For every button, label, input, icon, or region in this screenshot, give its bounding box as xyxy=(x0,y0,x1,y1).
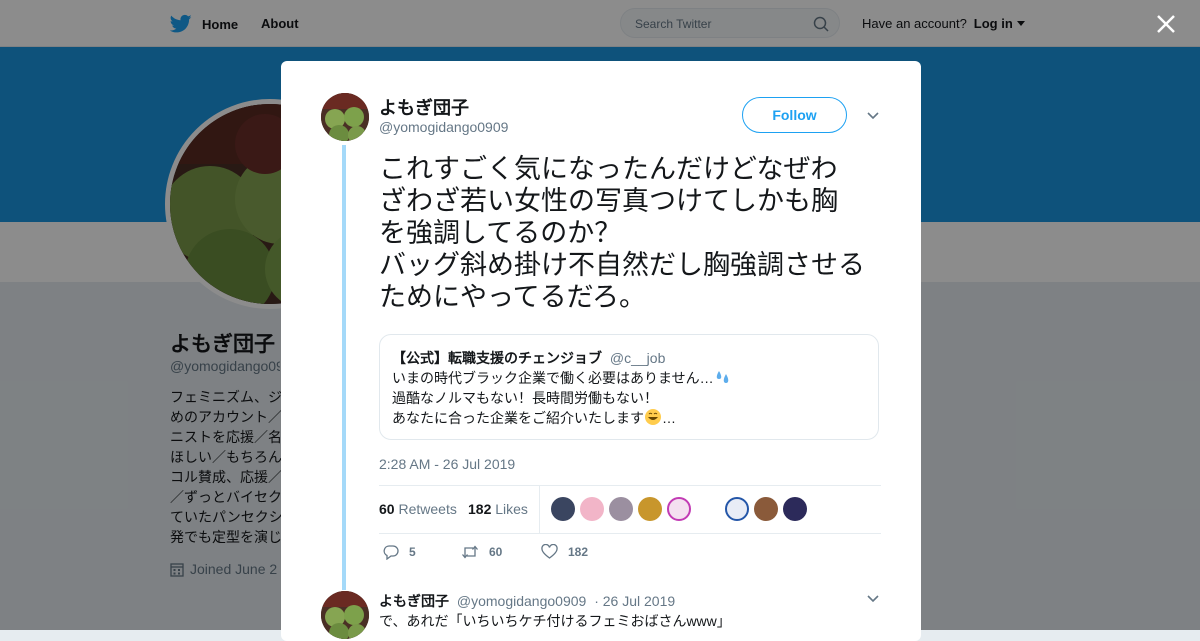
quoted-tweet-line: いまの時代ブラック企業で働く必要はありません… xyxy=(392,368,866,388)
heart-icon xyxy=(541,544,558,559)
retweet-count: 60 xyxy=(489,545,503,559)
reply-text: で、あれだ「いちいちケチ付けるフェミおばさんwww」 xyxy=(379,613,731,629)
reply-header: よもぎ団子 @yomogidango0909 · 26 Jul 2019 xyxy=(379,591,675,611)
tweet-text-line: バッグ斜め掛け不自然だし胸強調させる xyxy=(379,250,865,280)
quoted-text-ellipsis: … xyxy=(662,410,676,426)
quoted-tweet-line: あなたに合った企業をご紹介いたします … xyxy=(392,408,866,428)
tweet-author-name[interactable]: よもぎ団子 xyxy=(379,94,469,120)
tweet-author-avatar[interactable] xyxy=(321,93,369,141)
quoted-author-name: 【公式】転職支援のチェンジョブ xyxy=(392,350,602,366)
liker-avatar[interactable] xyxy=(667,497,691,521)
liker-avatar[interactable] xyxy=(609,497,633,521)
quoted-text: いまの時代ブラック企業で働く必要はありません… xyxy=(392,370,714,386)
tweet-text-line: ざわざ若い女性の写真つけてしかも胸 xyxy=(379,186,838,216)
like-count: 182 xyxy=(568,545,589,559)
quoted-tweet-header: 【公式】転職支援のチェンジョブ @c__job xyxy=(392,348,866,368)
dango-photo-image xyxy=(321,591,369,639)
chevron-down-icon[interactable] xyxy=(866,109,880,123)
reply-count: 5 xyxy=(409,545,416,559)
liker-avatar[interactable] xyxy=(754,497,778,521)
retweet-button[interactable]: 60 xyxy=(461,544,502,560)
dango-photo-image xyxy=(321,93,369,141)
retweet-icon xyxy=(462,545,478,559)
tweet-author-handle[interactable]: @yomogidango0909 xyxy=(379,119,508,135)
liker-avatar[interactable] xyxy=(551,497,575,521)
reply-author-handle[interactable]: @yomogidango0909 xyxy=(457,593,586,609)
quoted-tweet-card[interactable]: 【公式】転職支援のチェンジョブ @c__job いまの時代ブラック企業で働く必要… xyxy=(379,334,879,440)
like-button[interactable]: 182 xyxy=(541,544,588,560)
stats-divider xyxy=(539,486,540,533)
retweets-count: 60 xyxy=(379,501,395,517)
reply-author-avatar[interactable] xyxy=(321,591,369,639)
reply-date[interactable]: · 26 Jul 2019 xyxy=(594,593,675,609)
liker-avatar[interactable] xyxy=(638,497,662,521)
close-icon[interactable] xyxy=(1155,13,1177,35)
sweat-droplets-icon xyxy=(716,371,728,383)
grinning-face-icon xyxy=(645,409,661,425)
chevron-down-icon[interactable] xyxy=(866,592,880,606)
quoted-tweet-line: 過酷なノルマもない！長時間労働もない！ xyxy=(392,390,658,406)
quoted-author-handle: @c__job xyxy=(609,350,666,366)
tweet-timestamp[interactable]: 2:28 AM - 26 Jul 2019 xyxy=(379,456,515,472)
likes-stat[interactable]: 182 Likes xyxy=(468,501,528,517)
quoted-text: あなたに合った企業をご紹介いたします xyxy=(392,410,644,426)
tweet-modal: よもぎ団子 @yomogidango0909 Follow これすごく気になった… xyxy=(281,61,921,641)
tweet-text: これすごく気になったんだけどなぜわ ざわざ若い女性の写真つけてしかも胸 を強調し… xyxy=(379,153,899,313)
tweet-text-line: これすごく気になったんだけどなぜわ xyxy=(379,154,838,184)
tweet-text-line: を強調してるのか？ xyxy=(379,218,622,248)
liker-avatar[interactable] xyxy=(725,497,749,521)
follow-button[interactable]: Follow xyxy=(742,97,847,133)
liker-avatars xyxy=(551,497,881,523)
retweets-stat[interactable]: 60 Retweets xyxy=(379,501,457,517)
thread-connector-line xyxy=(342,145,346,590)
likes-label: Likes xyxy=(495,501,528,517)
retweets-label: Retweets xyxy=(398,501,457,517)
reply-author-name[interactable]: よもぎ団子 xyxy=(379,593,449,609)
liker-avatar[interactable] xyxy=(783,497,807,521)
liker-avatar[interactable] xyxy=(580,497,604,521)
tweet-actions: 5 60 182 xyxy=(379,544,679,564)
tweet-text-line: ためにやってるだろ。 xyxy=(379,282,647,312)
likes-count: 182 xyxy=(468,501,492,517)
reply-button[interactable]: 5 xyxy=(383,544,416,560)
reply-icon xyxy=(383,545,399,560)
tweet-stats: 60 Retweets 182 Likes xyxy=(379,485,881,534)
